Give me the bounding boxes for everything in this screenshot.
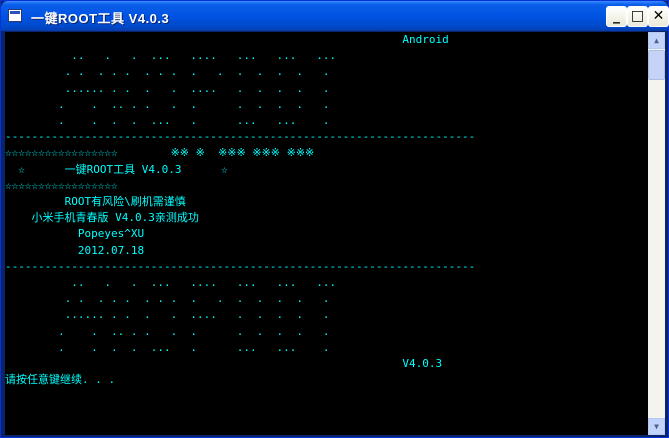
console-line-tool-name: ☆ 一键ROOT工具 V4.0.3 ☆ (5, 162, 228, 176)
console-line-art-top-1: .. . . ... .... ... ... ... (5, 49, 337, 63)
minimize-button[interactable]: _ (606, 6, 627, 27)
console-line-press-any-key: 请按任意键继续. . . (5, 373, 116, 387)
console-line-art-top-3: ...... . . . . .... . . . . . (5, 81, 330, 95)
console-line-stars-1: ☆☆☆☆☆☆☆☆☆☆☆☆☆☆☆☆☆ ※※ ※ ※※※ ※※※ ※※※ (5, 146, 315, 160)
console-line-android: Android (5, 33, 449, 46)
console-line-tested: 小米手机青春版 V4.0.3亲测成功 (5, 211, 199, 225)
console-line-author: Popeyes^XU (5, 227, 145, 241)
console-line-version: V4.0.3 (5, 357, 443, 371)
console-line-art-bottom-5: . . . . ... . ... ... . (5, 340, 330, 354)
window-title: 一键ROOT工具 V4.0.3 (31, 11, 170, 26)
maximize-button[interactable]: □ (627, 6, 648, 27)
console-line-art-bottom-1: .. . . ... .... ... ... ... (5, 276, 337, 290)
console-line-art-bottom-4: . . .. . . . . . . . . . (5, 324, 330, 338)
console-output[interactable]: Android .. . . ... .... ... ... ... . . … (5, 32, 648, 435)
console-divider-top: ----------------------------------------… (5, 130, 476, 144)
scroll-thumb[interactable] (648, 50, 665, 80)
console-line-art-bottom-3: ...... . . . . .... . . . . . (5, 308, 330, 322)
console-line-art-top-5: . . . . ... . ... ... . (5, 114, 330, 128)
scroll-down-arrow-icon[interactable]: ▼ (648, 418, 665, 435)
console-line-art-bottom-2: . . . . . . . . . . . . . . . (5, 292, 330, 306)
console-window: 一键ROOT工具 V4.0.3 _ □ ✕ Android .. . . ...… (0, 0, 669, 438)
console-divider-bottom: ----------------------------------------… (5, 259, 476, 273)
console-line-art-top-2: . . . . . . . . . . . . . . . (5, 65, 330, 79)
console-line-warning: ROOT有风险\刷机需谨慎 (5, 195, 186, 209)
close-button[interactable]: ✕ (648, 6, 669, 27)
console-line-date: 2012.07.18 (5, 243, 145, 257)
console-line-art-top-4: . . .. . . . . . . . . . (5, 97, 330, 111)
title-bar[interactable]: 一键ROOT工具 V4.0.3 _ □ ✕ (1, 1, 669, 31)
console-line-stars-2: ☆☆☆☆☆☆☆☆☆☆☆☆☆☆☆☆☆ (5, 178, 118, 192)
scroll-up-arrow-icon[interactable]: ▲ (648, 32, 665, 49)
console-app-icon[interactable] (8, 9, 22, 22)
vertical-scrollbar[interactable]: ▲ ▼ (648, 32, 665, 435)
